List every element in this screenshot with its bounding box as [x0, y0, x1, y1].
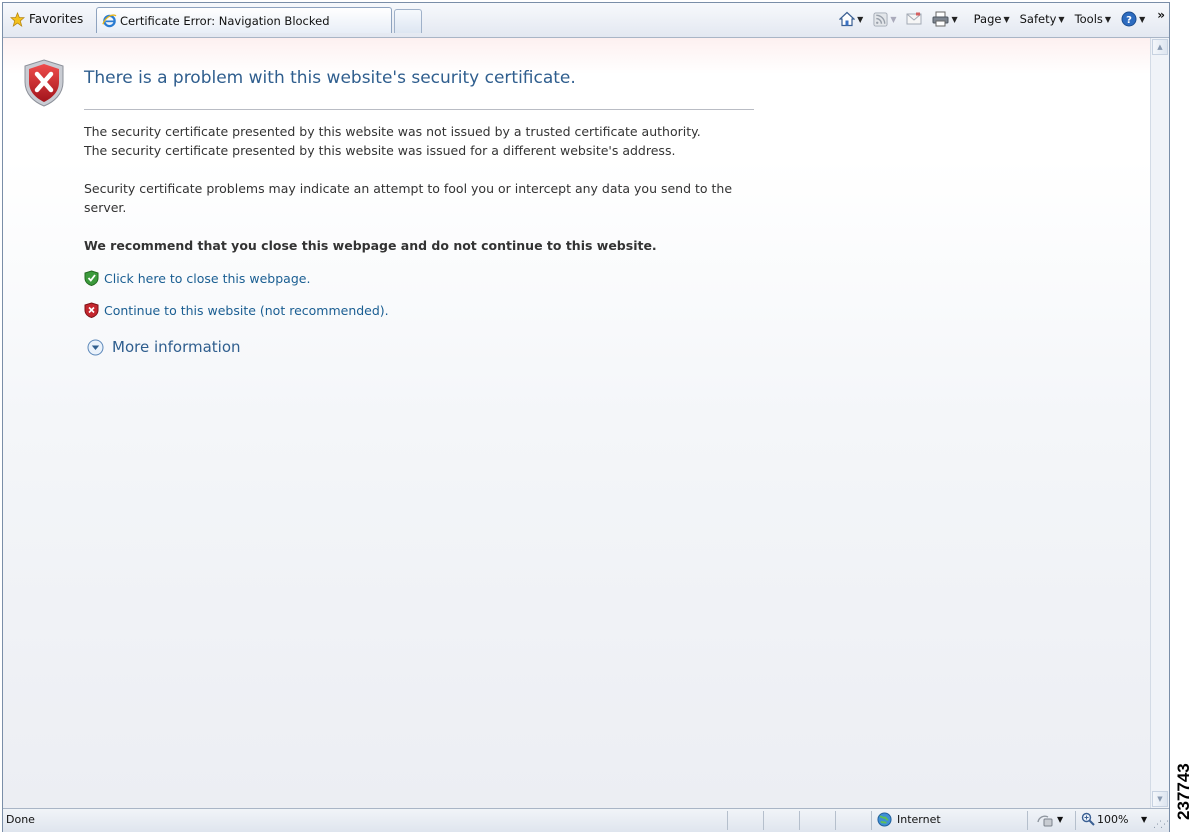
more-information-label: More information [112, 338, 241, 356]
title-divider [84, 109, 754, 110]
page-menu[interactable]: Page ▼ [970, 8, 1014, 30]
tools-menu-label: Tools [1074, 12, 1103, 26]
page-menu-label: Page [973, 12, 1002, 26]
status-divider [835, 811, 836, 830]
zoom-control[interactable]: 100% [1081, 812, 1128, 826]
chevron-down-icon: ▼ [1058, 14, 1065, 24]
tab-certificate-error[interactable]: Certificate Error: Navigation Blocked [96, 7, 392, 33]
close-webpage-link[interactable]: Click here to close this webpage. [84, 270, 310, 286]
svg-text:?: ? [1126, 15, 1132, 26]
more-information-toggle[interactable]: More information [87, 338, 241, 356]
status-divider [871, 811, 872, 830]
chevron-down-icon: ▼ [1003, 14, 1010, 24]
print-button[interactable]: ▼ [928, 8, 961, 30]
recommendation-text: We recommend that you close this webpage… [84, 238, 657, 253]
tab-title: Certificate Error: Navigation Blocked [120, 13, 330, 28]
status-divider [1027, 811, 1028, 830]
chevron-down-icon[interactable]: ▼ [1141, 815, 1147, 824]
mail-icon [906, 12, 922, 25]
continue-website-link[interactable]: Continue to this website (not recommende… [84, 302, 389, 318]
status-divider [799, 811, 800, 830]
favorites-label: Favorites [29, 12, 84, 26]
expand-circle-icon [87, 339, 104, 355]
status-divider [763, 811, 764, 830]
safety-menu-label: Safety [1019, 12, 1057, 26]
printer-icon [932, 11, 949, 27]
scroll-up-arrow[interactable]: ▲ [1152, 39, 1168, 55]
vertical-scrollbar[interactable]: ▲ ▼ [1150, 38, 1169, 808]
globe-icon [877, 812, 892, 827]
rss-feed-icon [873, 11, 888, 27]
resize-grip[interactable]: ⋰⋰ [1153, 820, 1169, 830]
ie-logo-icon [102, 14, 117, 28]
feeds-button[interactable]: ▼ [869, 8, 900, 30]
security-zone[interactable]: Internet [877, 812, 941, 827]
chevron-down-icon: ▼ [1104, 14, 1112, 24]
favorites-button[interactable]: Favorites [6, 7, 89, 31]
command-bar: ▼ ▼ ▼ Page ▼ Safety ▼ Tools ▼ ? ▼ » [835, 6, 1165, 32]
new-tab-button[interactable] [394, 9, 422, 33]
figure-id: 237743 [1174, 763, 1193, 820]
reason-untrusted-authority: The security certificate presented by th… [84, 124, 701, 139]
security-lock-icon [1037, 815, 1053, 827]
continue-website-label[interactable]: Continue to this website (not recommende… [104, 303, 389, 318]
security-zone-label: Internet [897, 813, 941, 826]
shield-check-icon [84, 270, 99, 286]
security-warning: Security certificate problems may indica… [84, 181, 733, 215]
magnifier-icon [1081, 812, 1095, 826]
help-button[interactable]: ? ▼ [1117, 8, 1149, 30]
status-bar: Done Internet ▼ 100% ▼ ⋰⋰ [3, 808, 1169, 832]
scroll-down-arrow[interactable]: ▼ [1152, 791, 1168, 807]
close-webpage-label[interactable]: Click here to close this webpage. [104, 271, 310, 286]
chevron-down-icon[interactable]: ▼ [857, 15, 863, 24]
chevron-down-icon[interactable]: ▼ [1057, 815, 1063, 824]
safety-menu[interactable]: Safety ▼ [1016, 8, 1069, 30]
page-title: There is a problem with this website's s… [84, 68, 576, 88]
certificate-reasons: The security certificate presented by th… [84, 122, 701, 160]
shield-x-icon [24, 59, 64, 107]
home-icon [839, 11, 856, 27]
tools-menu[interactable]: Tools ▼ [1071, 8, 1116, 30]
help-icon: ? [1121, 11, 1137, 27]
protected-mode-button[interactable]: ▼ [1036, 812, 1063, 827]
chevron-down-icon[interactable]: ▼ [1139, 15, 1145, 24]
status-text: Done [6, 813, 35, 826]
shield-x-small-icon [84, 302, 99, 318]
star-icon [10, 11, 25, 27]
status-divider [1075, 811, 1076, 830]
zoom-level: 100% [1097, 812, 1129, 826]
toolbar-overflow-chevron[interactable]: » [1157, 8, 1165, 22]
page-content: There is a problem with this website's s… [3, 38, 1150, 808]
chevron-down-icon[interactable]: ▼ [890, 15, 896, 24]
read-mail-button[interactable] [902, 8, 926, 30]
command-toolbar: Favorites Certificate Error: Navigation … [3, 3, 1169, 38]
chevron-down-icon[interactable]: ▼ [951, 15, 957, 24]
status-divider [727, 811, 728, 830]
home-button[interactable]: ▼ [835, 8, 867, 30]
browser-window: Favorites Certificate Error: Navigation … [2, 2, 1170, 832]
reason-address-mismatch: The security certificate presented by th… [84, 143, 676, 158]
